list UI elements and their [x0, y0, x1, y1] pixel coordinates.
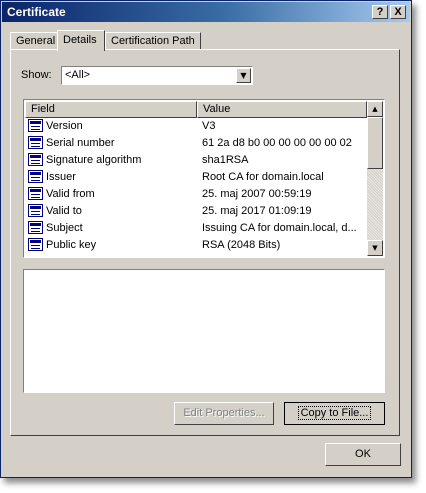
scroll-up-icon[interactable]: ▲ — [367, 101, 383, 117]
table-row[interactable]: Version V3 — [25, 118, 367, 135]
window-title: Certificate — [7, 5, 66, 19]
field-name: Issuer — [46, 171, 76, 183]
certificate-field-icon — [28, 238, 43, 251]
field-value: sha1RSA — [202, 154, 249, 166]
show-dropdown[interactable]: <All> ▼ — [61, 66, 253, 85]
table-row[interactable]: Serial number 61 2a d8 b0 00 00 00 00 00… — [25, 135, 367, 152]
column-header-value[interactable]: Value — [197, 101, 367, 118]
field-value: 61 2a d8 b0 00 00 00 00 00 02 — [202, 137, 352, 149]
field-name: Valid to — [46, 205, 82, 217]
field-name: Subject — [46, 222, 83, 234]
help-button[interactable]: ? — [372, 5, 388, 19]
certificate-field-icon — [28, 119, 43, 132]
table-row[interactable]: Valid from 25. maj 2007 00:59:19 — [25, 186, 367, 203]
field-value: 25. maj 2007 00:59:19 — [202, 188, 312, 200]
field-value: RSA (2048 Bits) — [202, 239, 281, 251]
show-label: Show: — [21, 69, 52, 81]
certificate-dialog: Certificate ? X General Details Certific… — [0, 0, 412, 478]
table-row[interactable]: Subject Issuing CA for domain.local, d..… — [25, 220, 367, 237]
field-name: Public key — [46, 239, 97, 251]
show-dropdown-value: <All> — [65, 69, 91, 81]
field-detail-box[interactable] — [23, 269, 385, 393]
certificate-field-icon — [28, 136, 43, 149]
edit-properties-button[interactable]: Edit Properties... — [174, 402, 274, 425]
tab-general[interactable]: General — [10, 32, 58, 50]
certificate-field-icon — [28, 153, 43, 166]
certificate-field-icon — [28, 204, 43, 217]
title-bar[interactable]: Certificate ? X — [2, 2, 410, 22]
close-button[interactable]: X — [390, 5, 406, 19]
vertical-scrollbar[interactable]: ▲ ▼ — [367, 101, 383, 256]
fields-list[interactable]: Field Value Version V3 Serial number 61 … — [23, 99, 385, 258]
certificate-field-icon — [28, 187, 43, 200]
tab-certification-path[interactable]: Certification Path — [105, 32, 201, 50]
field-name: Serial number — [46, 137, 115, 149]
table-row[interactable]: Valid to 25. maj 2017 01:09:19 — [25, 203, 367, 220]
copy-to-file-button[interactable]: Copy to File... — [284, 402, 385, 425]
scroll-down-icon[interactable]: ▼ — [367, 240, 383, 256]
ok-button[interactable]: OK — [325, 443, 401, 466]
field-name: Valid from — [46, 188, 95, 200]
table-row[interactable]: Signature algorithm sha1RSA — [25, 152, 367, 169]
column-header-field[interactable]: Field — [25, 101, 197, 118]
field-value: 25. maj 2017 01:09:19 — [202, 205, 312, 217]
field-name: Version — [46, 120, 83, 132]
field-name: Signature algorithm — [46, 154, 142, 166]
table-row[interactable]: Issuer Root CA for domain.local — [25, 169, 367, 186]
field-value: V3 — [202, 120, 216, 132]
field-value: Issuing CA for domain.local, d... — [202, 222, 357, 234]
certificate-field-icon — [28, 170, 43, 183]
tab-details[interactable]: Details — [57, 30, 105, 51]
chevron-down-icon[interactable]: ▼ — [236, 68, 251, 83]
scroll-thumb[interactable] — [367, 117, 383, 169]
certificate-field-icon — [28, 221, 43, 234]
field-value: Root CA for domain.local — [202, 171, 324, 183]
copy-to-file-label: Copy to File... — [297, 406, 372, 420]
table-row[interactable]: Public key RSA (2048 Bits) — [25, 237, 367, 254]
